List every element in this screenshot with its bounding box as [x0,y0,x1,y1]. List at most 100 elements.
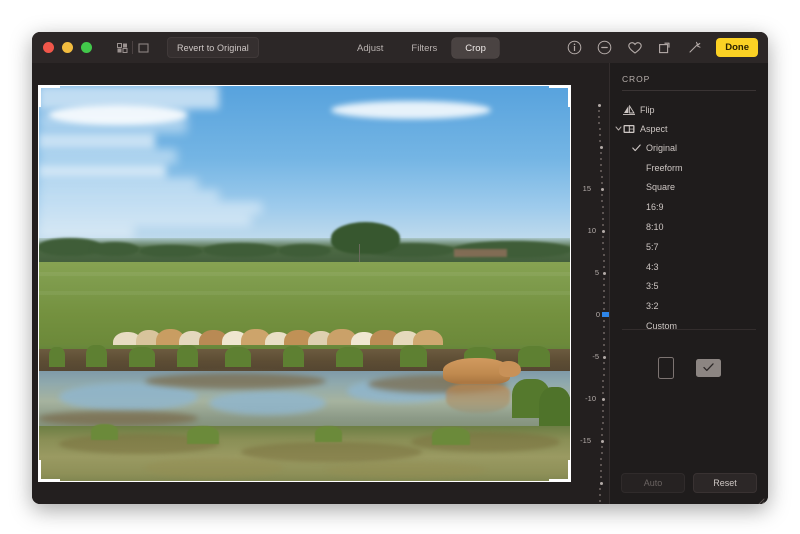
traffic-light-buttons [43,42,92,53]
aspect-option-label: 5:7 [646,241,659,252]
dial-tick [602,302,605,304]
aspect-option-8-10[interactable]: 8:10 [610,217,768,237]
dial-tick [602,224,604,226]
dial-tick [601,194,604,196]
aspect-option-3-2[interactable]: 3:2 [610,296,768,316]
dial-tick [602,332,605,334]
aspect-option-original[interactable]: Original [610,138,768,158]
large-tree [331,222,401,255]
aspect-option-custom[interactable]: Custom [610,316,768,336]
done-button[interactable]: Done [716,38,758,57]
aspect-option-label: 8:10 [646,222,664,233]
dial-label: -10 [585,394,596,403]
landscape-orientation-button[interactable] [695,358,721,377]
dial-tick [602,320,605,322]
dial-tick [602,338,605,340]
grid-view-icon[interactable] [114,40,130,55]
auto-button[interactable]: Auto [621,473,685,493]
aspect-option-4-3[interactable]: 4:3 [610,257,768,277]
aspect-option-5-7[interactable]: 5:7 [610,237,768,257]
aspect-option-label: Freeform [646,162,683,173]
screenshot-root: Revert to Original Adjust Filters Crop D… [0,0,800,534]
aspect-option-square[interactable]: Square [610,178,768,198]
dial-tick [598,116,601,118]
dial-tick [602,392,605,394]
dial-label: 0 [595,310,600,319]
dial-tick [602,350,605,352]
aspect-option-label: 3:2 [646,301,659,312]
aspect-option-16-9[interactable]: 16:9 [610,197,768,217]
aspect-option-label: 3:5 [646,281,659,292]
dial-current-value-marker[interactable] [602,312,609,317]
rotate-icon[interactable] [656,39,673,56]
tab-filters[interactable]: Filters [398,38,450,58]
close-window-button[interactable] [43,42,54,53]
portrait-orientation-button[interactable] [657,356,674,379]
dial-tick [601,218,604,220]
minus-circle-icon[interactable] [596,39,613,56]
flip-row[interactable]: Flip [610,100,768,119]
dial-tick [599,158,602,160]
dial-tick [602,296,605,298]
magic-wand-icon[interactable] [686,39,703,56]
dial-tick [600,446,603,448]
dial-tick [602,326,605,328]
dial-tick [598,122,601,124]
crop-region[interactable] [38,85,571,482]
dial-tick [599,140,602,142]
revert-to-original-label: Revert to Original [177,42,249,53]
info-icon[interactable] [566,39,583,56]
dial-tick [597,110,600,112]
single-view-icon[interactable] [135,40,151,55]
heart-icon[interactable] [626,39,643,56]
chevron-down-icon[interactable] [614,125,622,133]
rotation-dial[interactable]: 15 10 5 0 -5 -10 -15 [578,94,610,504]
dial-tick [602,308,605,310]
dial-tick [602,284,605,286]
aspect-option-3-5[interactable]: 3:5 [610,277,768,297]
image-canvas[interactable]: 15 10 5 0 -5 -10 -15 [32,63,610,504]
panel-title: CROP [622,74,651,84]
dial-tick [602,398,606,401]
dial-tick [599,494,601,496]
dial-tick [600,458,603,460]
flip-icon [622,104,635,115]
dial-tick [602,404,604,406]
dial-tick [601,188,605,191]
dial-tick [600,182,603,184]
aspect-option-label: 4:3 [646,261,659,272]
aspect-row[interactable]: Aspect [610,119,768,138]
orientation-toggle-group [610,356,768,379]
maximize-window-button[interactable] [81,42,92,53]
dial-tick [599,152,602,154]
done-button-label: Done [725,42,749,53]
dial-label: -5 [592,352,599,361]
tab-adjust[interactable]: Adjust [344,38,396,58]
aspect-option-label: Square [646,182,676,193]
panel-section-divider [622,329,756,330]
dial-tick [600,452,603,454]
crop-inspector-panel: CROP Flip Aspect Original Freeform Squar… [609,63,768,504]
minimize-window-button[interactable] [62,42,73,53]
dial-tick [602,230,606,233]
dial-tick [602,266,605,268]
dial-tick [600,176,603,178]
dial-tick [602,386,605,388]
dial-tick [599,476,602,478]
window-resize-grip[interactable] [757,493,765,504]
tab-crop[interactable]: Crop [452,38,499,58]
reset-button[interactable]: Reset [693,473,757,493]
aspect-option-freeform[interactable]: Freeform [610,158,768,178]
dial-tick [599,134,601,136]
panel-action-buttons: Auto Reset [610,473,768,493]
dial-tick [599,488,602,490]
aspect-options-list: Original Freeform Square 16:9 8:10 5:7 4… [610,138,768,336]
checkmark-icon [632,143,641,152]
view-mode-toggle[interactable] [114,40,151,55]
aspect-option-label: Original [646,142,678,153]
dial-tick [602,356,606,359]
window-titlebar: Revert to Original Adjust Filters Crop D… [32,32,768,64]
edit-mode-segmented-control[interactable]: Adjust Filters Crop [344,38,499,58]
dial-tick [601,434,604,436]
revert-to-original-button[interactable]: Revert to Original [167,37,259,58]
